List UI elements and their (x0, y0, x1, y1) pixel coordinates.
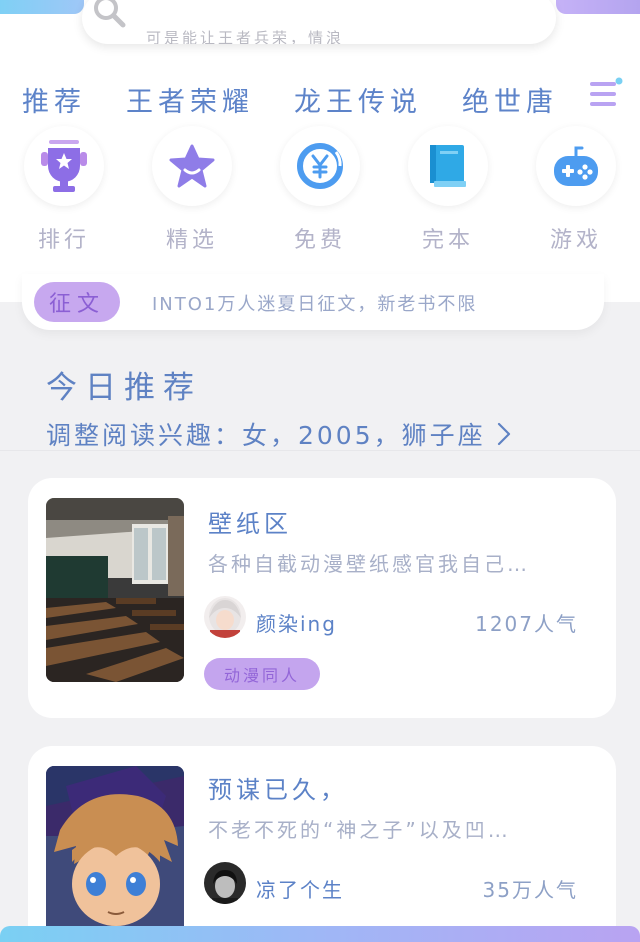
category-grid: 排行 精选 免费 完本 游戏 (0, 126, 640, 256)
category-circle (280, 126, 360, 206)
category-label: 精选 (165, 228, 218, 253)
top-gradient-strip-left (0, 0, 84, 14)
adjust-interest-link[interactable]: 调整阅读兴趣：女，2005，狮子座 (46, 416, 512, 452)
book-card[interactable]: 壁纸区 各种自截动漫壁纸感官我自己… 颜染ing 1207人气 动漫同人 (28, 478, 616, 718)
gamepad-icon (554, 146, 598, 186)
category-label: 完本 (421, 228, 474, 253)
search-placeholder: 可是能让王者兵荣，情浪 (146, 29, 345, 44)
bottom-gradient-bar (0, 926, 640, 942)
category-circle (152, 126, 232, 206)
tab-dragon-king[interactable]: 龙王传说 (294, 80, 422, 119)
search-icon (94, 0, 126, 28)
category-circle (536, 126, 616, 206)
book-icon (430, 145, 466, 187)
trophy-icon (41, 140, 87, 192)
author-name[interactable]: 颜染ing (256, 608, 337, 637)
category-tabs: 推荐 王者荣耀 龙王传说 绝世唐 (0, 76, 640, 122)
book-tag[interactable]: 动漫同人 (204, 658, 320, 690)
classroom-image (46, 498, 184, 682)
contest-text: INTO1万人迷夏日征文，新老书不限 (152, 294, 478, 315)
section-divider (0, 450, 640, 451)
book-description: 不老不死的“神之子”以及凹… (208, 818, 511, 842)
adjust-interest-text: 调整阅读兴趣：女，2005，狮子座 (46, 421, 486, 450)
tab-peerless-tang[interactable]: 绝世唐 (462, 80, 558, 119)
popularity-count: 35万人气 (482, 878, 578, 902)
avatar[interactable] (204, 596, 246, 638)
top-gradient-strip-right (556, 0, 640, 14)
category-games[interactable]: 游戏 (526, 126, 626, 256)
category-label: 排行 (37, 228, 90, 253)
category-completed[interactable]: 完本 (398, 126, 498, 256)
book-title[interactable]: 预谋已久， (208, 770, 348, 805)
category-label: 免费 (293, 228, 346, 253)
avatar[interactable] (204, 862, 246, 904)
contest-notice[interactable]: 征文 INTO1万人迷夏日征文，新老书不限 (22, 274, 604, 330)
author-name[interactable]: 凉了个生 (256, 874, 344, 903)
star-icon (169, 144, 215, 188)
yen-coin-icon (297, 143, 343, 189)
book-cover-anime-character[interactable] (46, 766, 184, 942)
category-free[interactable]: 免费 (270, 126, 370, 256)
contest-badge: 征文 (34, 282, 120, 322)
menu-icon[interactable] (586, 76, 626, 112)
category-featured[interactable]: 精选 (142, 126, 242, 256)
category-circle (24, 126, 104, 206)
book-cover-classroom[interactable] (46, 498, 184, 682)
category-ranking[interactable]: 排行 (14, 126, 114, 256)
chevron-right-icon (497, 422, 510, 446)
section-title: 今日推荐 (46, 370, 202, 406)
popularity-count: 1207人气 (475, 612, 578, 636)
anime-character-image (46, 766, 184, 942)
tab-honor-of-kings[interactable]: 王者荣耀 (126, 80, 254, 119)
book-card[interactable]: 预谋已久， 不老不死的“神之子”以及凹… 凉了个生 35万人气 (28, 746, 616, 942)
book-title[interactable]: 壁纸区 (208, 504, 292, 539)
tab-recommend[interactable]: 推荐 (22, 80, 86, 119)
book-description: 各种自截动漫壁纸感官我自己… (208, 552, 530, 576)
category-circle (408, 126, 488, 206)
search-bar[interactable]: 可是能让王者兵荣，情浪 (82, 0, 556, 44)
category-label: 游戏 (549, 228, 602, 253)
